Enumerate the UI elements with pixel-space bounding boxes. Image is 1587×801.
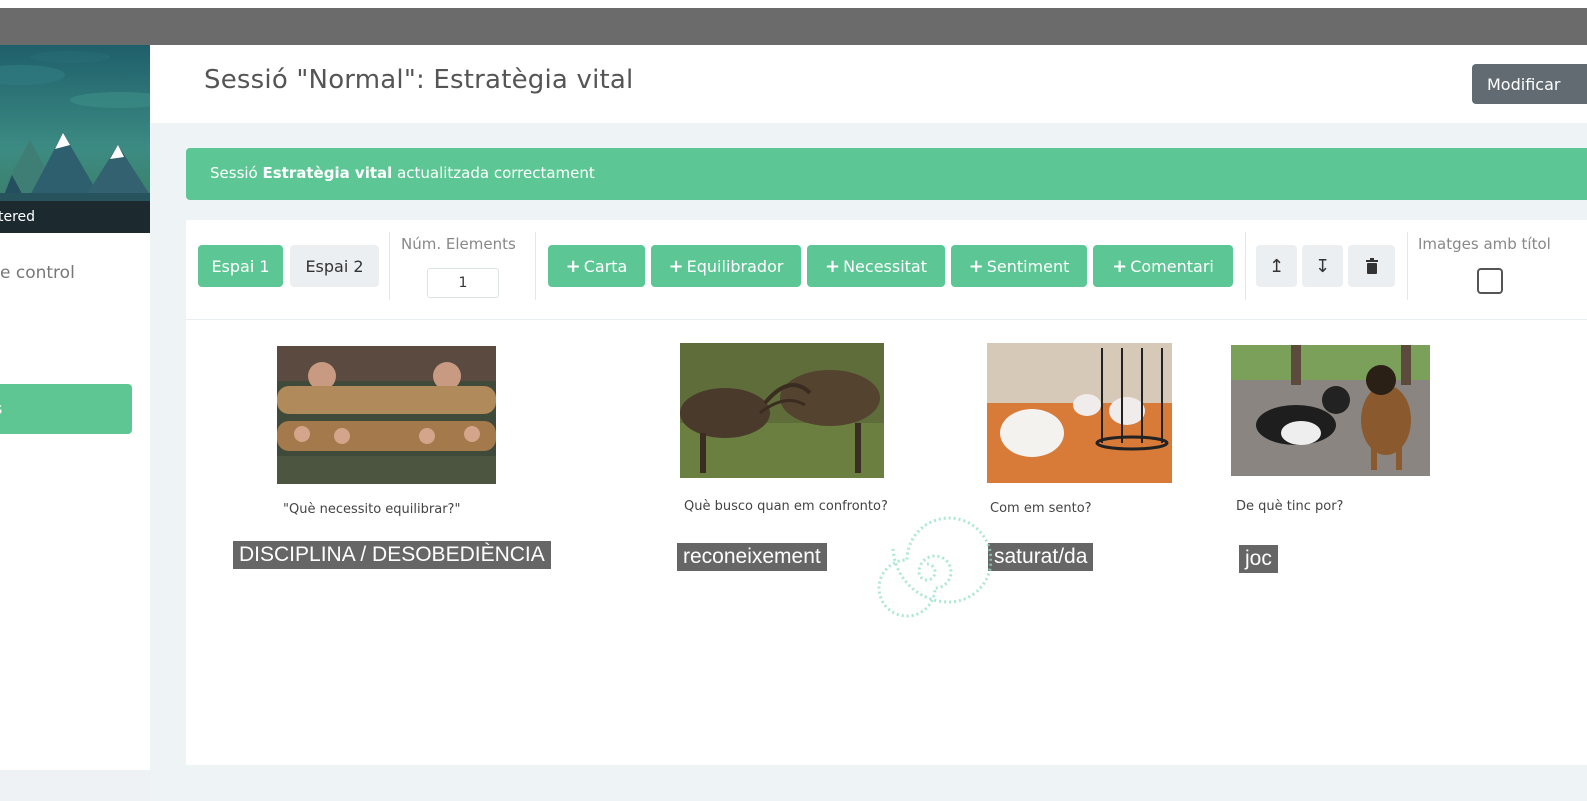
add-comment-label: Comentari	[1130, 256, 1214, 276]
add-need-label: Necessitat	[843, 256, 927, 276]
card-tag: DISCIPLINA / DESOBEDIÈNCIA	[233, 541, 551, 569]
add-feeling-label: Sentiment	[986, 256, 1070, 276]
card-image-deer[interactable]	[680, 343, 884, 478]
banner-label: tered	[0, 201, 150, 233]
card-question: De què tinc por?	[1236, 499, 1344, 514]
top-navbar	[0, 8, 1587, 45]
card-question: Què busco quan em confronto?	[684, 499, 888, 514]
toolbar-separator	[1245, 232, 1246, 300]
card-question: Com em sento?	[990, 501, 1092, 516]
soldiers-photo	[277, 346, 496, 484]
plus-icon: +	[968, 255, 984, 277]
space1-tab[interactable]: Espai 1	[198, 245, 283, 287]
card-image-soldiers[interactable]	[277, 346, 496, 484]
images-with-title-checkbox[interactable]	[1477, 268, 1503, 294]
toolbar-divider	[186, 319, 1587, 320]
page-title: Sessió "Normal": Estratègia vital	[204, 65, 634, 95]
trash-icon	[1365, 258, 1378, 274]
sidebar-footer	[0, 770, 150, 801]
plus-icon: +	[1112, 255, 1128, 277]
add-balancer-label: Equilibrador	[686, 256, 784, 276]
toolbar-separator	[535, 232, 536, 300]
card-tag: saturat/da	[988, 543, 1094, 571]
toolbar-separator	[1407, 232, 1408, 300]
plus-icon: +	[565, 255, 581, 277]
sidebar-banner: tered	[0, 45, 150, 233]
arrow-up-icon: ↥	[1268, 255, 1285, 277]
success-alert: Sessió Estratègia vital actualitzada cor…	[186, 148, 1587, 200]
crumpled-paper-photo	[987, 343, 1172, 483]
num-elements-label: Núm. Elements	[401, 235, 516, 253]
spiral-watermark	[877, 516, 992, 618]
card-tag: reconeixement	[677, 543, 827, 571]
add-balancer-button[interactable]: + Equilibrador	[651, 245, 801, 287]
add-need-button[interactable]: + Necessitat	[807, 245, 945, 287]
card-question: "Què necessito equilibrar?"	[283, 502, 461, 517]
page-header: Sessió "Normal": Estratègia vital Modifi…	[150, 45, 1587, 123]
plus-icon: +	[824, 255, 841, 277]
card-image-dogs[interactable]	[1231, 345, 1430, 476]
move-down-button[interactable]: ↧	[1302, 245, 1343, 287]
deer-photo	[680, 343, 884, 478]
add-feeling-button[interactable]: + Sentiment	[951, 245, 1087, 287]
sidebar: tered e control s	[0, 45, 150, 770]
add-card-label: Carta	[583, 256, 628, 276]
card-image-paper[interactable]	[987, 343, 1172, 483]
plus-icon: +	[668, 255, 684, 277]
alert-suffix: actualitzada correctament	[392, 164, 595, 182]
add-comment-button[interactable]: + Comentari	[1093, 245, 1233, 287]
dogs-photo	[1231, 345, 1430, 476]
num-elements-input[interactable]: 1	[427, 268, 499, 298]
top-strip	[0, 0, 1587, 8]
alert-prefix: Sessió	[210, 164, 263, 182]
add-card-button[interactable]: + Carta	[548, 245, 645, 287]
sidebar-item-active[interactable]: s	[0, 384, 132, 434]
sidebar-item-control[interactable]: e control	[0, 263, 75, 283]
alert-session-name: Estratègia vital	[262, 164, 393, 182]
arrow-down-icon: ↧	[1314, 255, 1331, 277]
images-with-title-label: Imatges amb títol	[1418, 235, 1551, 253]
modify-button[interactable]: Modificar	[1472, 64, 1587, 104]
delete-button[interactable]	[1348, 245, 1395, 287]
card-tag: joc	[1239, 545, 1278, 573]
toolbar-separator	[389, 232, 390, 300]
move-up-button[interactable]: ↥	[1256, 245, 1297, 287]
space2-tab[interactable]: Espai 2	[290, 245, 379, 287]
